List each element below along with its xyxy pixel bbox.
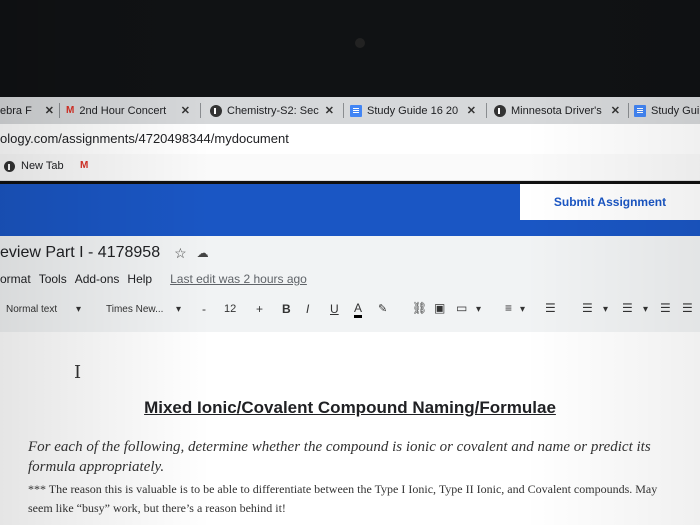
menu-format[interactable]: ormat [0,272,31,286]
bookmark-new-tab[interactable]: New Tab [4,160,64,172]
gmail-bookmark-icon[interactable]: M [80,160,88,171]
align-icon[interactable]: ≡ [505,301,512,315]
doc-title-row: eview Part I - 4178958 ☆ ☁ [0,244,209,262]
close-tab-icon[interactable]: ✕ [45,104,54,117]
tab-study-guide-16[interactable]: Study Guide 16 20 ✕ [350,99,480,122]
menu-help[interactable]: Help [127,272,152,286]
document-page[interactable]: I Mixed Ionic/Covalent Compound Naming/F… [0,332,700,525]
style-dropdown[interactable]: Normal text [6,304,57,315]
gmail-icon: M [66,104,75,116]
chevron-down-icon[interactable]: ▾ [520,304,525,315]
url-text[interactable]: ology.com/assignments/4720498344/mydocum… [0,131,289,146]
tab-chemistry[interactable]: Chemistry-S2: Sec ✕ [210,99,338,122]
submit-assignment-button[interactable]: Submit Assignment [520,184,700,220]
highlight-icon[interactable]: ✎ [378,302,387,315]
tab-minnesota-driver[interactable]: Minnesota Driver's ✕ [494,99,624,122]
star-icon[interactable]: ☆ [174,245,187,262]
chevron-down-icon[interactable]: ▾ [176,304,181,315]
tab-strip: ebra F ✕ M 2nd Hour Concert ✕ Chemistry-… [0,97,700,124]
chevron-down-icon[interactable]: ▾ [76,304,81,315]
doc-heading: Mixed Ionic/Covalent Compound Naming/For… [144,398,556,417]
bold-button[interactable]: B [282,302,291,316]
chevron-down-icon[interactable]: ▾ [603,304,608,315]
checklist-icon[interactable]: ☰ [582,301,593,315]
schoology-icon [210,104,222,117]
chevron-down-icon[interactable]: ▾ [476,304,481,315]
close-tab-icon[interactable]: ✕ [611,104,620,117]
doc-title[interactable]: eview Part I - 4178958 [0,244,160,262]
text-color-button[interactable]: A [354,301,363,318]
bulleted-list-icon[interactable]: ☰ [622,301,633,315]
google-doc-frame: eview Part I - 4178958 ☆ ☁ ormat Tools A… [0,236,700,525]
doc-note: *** The reason this is valuable is to be… [28,482,658,515]
tab-algebra[interactable]: ebra F ✕ [0,99,58,122]
tab-separator [628,103,629,118]
docs-icon [350,104,362,117]
menu-tools[interactable]: Tools [39,272,67,286]
increase-indent-icon[interactable]: ☰ [682,301,693,315]
tab-separator [343,103,344,118]
close-tab-icon[interactable]: ✕ [325,104,334,117]
bookmarks-bar: New Tab M [0,154,700,181]
address-bar[interactable]: ology.com/assignments/4720498344/mydocum… [0,124,700,154]
text-cursor-icon: I [74,362,82,383]
decrease-font-size-button[interactable]: - [202,302,206,316]
formatting-toolbar: Normal text ▾ Times New... ▾ - 12 + B I … [0,296,700,324]
menu-bar: ormat Tools Add-ons Help Last edit was 2… [0,272,315,286]
tab-label: Minnesota Driver's [511,104,602,117]
close-tab-icon[interactable]: ✕ [181,104,190,117]
tab-study-guide[interactable]: Study Gui [634,99,700,122]
assignment-banner: Submit Assignment [0,184,700,236]
font-size-field[interactable]: 12 [224,303,236,315]
tab-separator [200,103,201,118]
cloud-icon[interactable]: ☁ [197,246,209,260]
docs-icon [634,104,646,117]
decrease-indent-icon[interactable]: ☰ [660,301,671,315]
chevron-down-icon[interactable]: ▾ [643,304,648,315]
comment-icon[interactable]: ▣ [434,301,445,315]
tab-label: Study Gui [651,104,700,117]
bookmark-label: New Tab [21,160,64,172]
tab-label: Study Guide 16 20 [367,104,459,117]
line-spacing-icon[interactable]: ☰ [545,301,556,315]
close-tab-icon[interactable]: ✕ [467,104,476,117]
webcam [355,38,365,48]
menu-add-ons[interactable]: Add-ons [75,272,120,286]
underline-button[interactable]: U [330,302,339,316]
globe-icon [494,104,506,117]
doc-instructions: For each of the following, determine whe… [28,439,651,475]
tab-separator [59,103,60,118]
tab-label: Chemistry-S2: Sec [227,104,319,117]
tab-label: 2nd Hour Concert [79,104,167,117]
font-dropdown[interactable]: Times New... [106,304,163,315]
tab-label: ebra F [0,104,32,117]
link-icon[interactable]: ⛓ [412,301,427,315]
image-icon[interactable]: ▭ [456,301,467,315]
screen-bezel [0,0,700,97]
increase-font-size-button[interactable]: + [256,302,263,316]
tab-2nd-hour-concert[interactable]: M 2nd Hour Concert ✕ [66,99,194,122]
tab-separator [486,103,487,118]
italic-button[interactable]: I [306,302,309,316]
last-edit-link[interactable]: Last edit was 2 hours ago [170,272,307,286]
globe-icon [4,160,15,172]
